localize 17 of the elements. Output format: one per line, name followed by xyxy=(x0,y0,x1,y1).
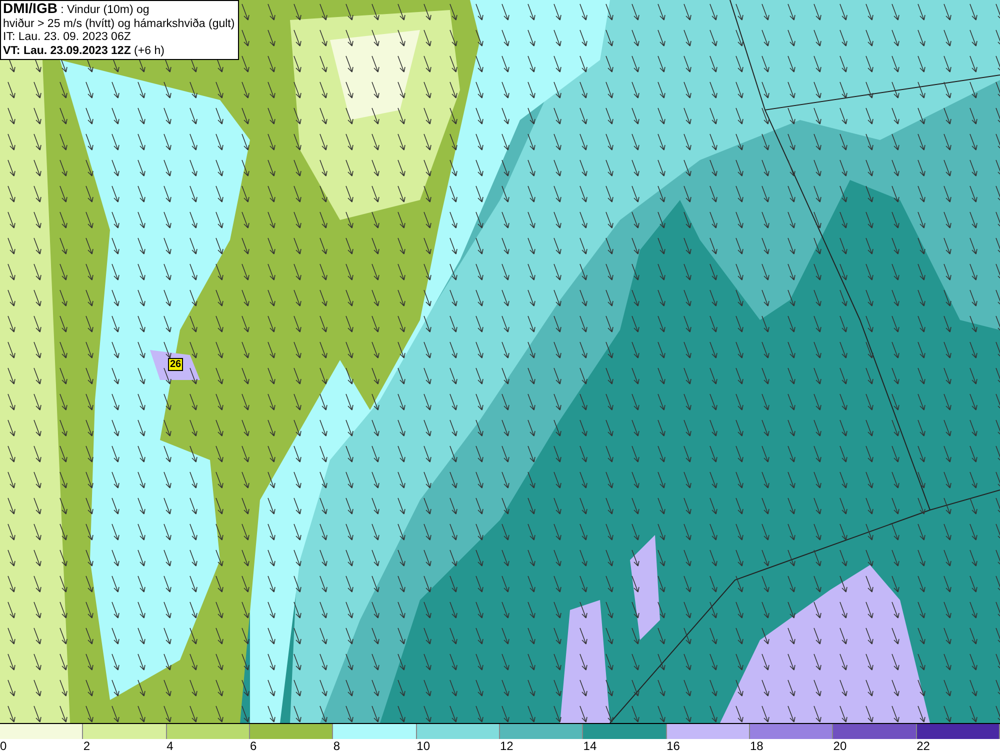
title-line: hviður > 25 m/s (hvítt) og hámarkshviða (gult) xyxy=(3,18,235,31)
legend-label: 22 xyxy=(916,739,930,753)
title-line: DMI/IGB : Vindur (10m) og xyxy=(3,2,150,18)
legend-label: 4 xyxy=(166,739,174,753)
legend-label: 10 xyxy=(416,739,430,753)
title-line: IT: Lau. 23. 09. 2023 06Z xyxy=(3,31,132,44)
title-line: VT: Lau. 23.09.2023 12Z (+6 h) xyxy=(3,44,166,58)
legend-label: 16 xyxy=(666,739,680,753)
legend-label: 8 xyxy=(333,739,340,753)
legend-label: 6 xyxy=(250,739,257,753)
legend-label: 20 xyxy=(833,739,847,753)
legend-label: 0 xyxy=(0,739,7,753)
gust-label: 26 xyxy=(168,358,184,371)
legend-label: 18 xyxy=(750,739,764,753)
legend-label: 14 xyxy=(583,739,597,753)
legend-label: 2 xyxy=(83,739,90,753)
legend-label: 12 xyxy=(500,739,514,753)
